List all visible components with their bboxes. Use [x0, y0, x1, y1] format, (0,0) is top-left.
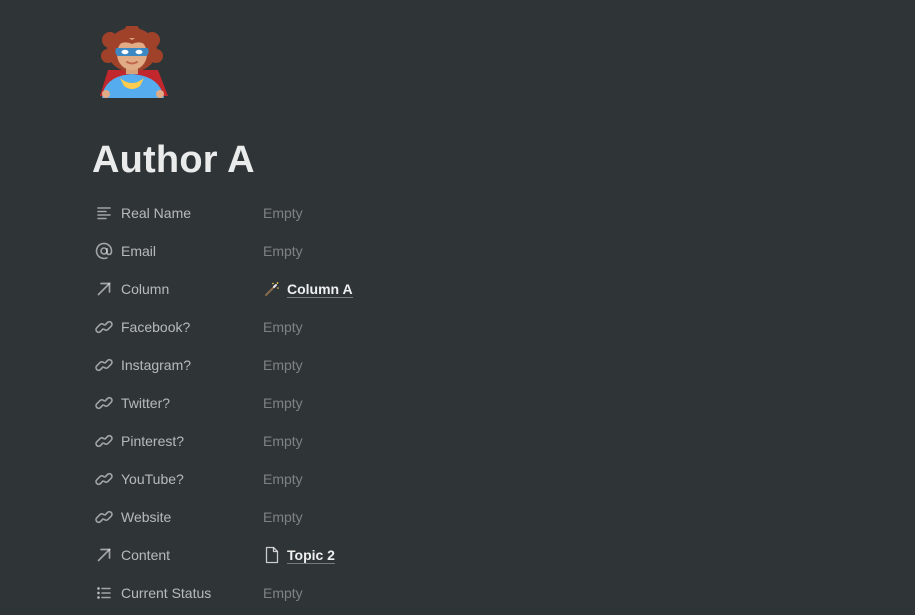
relation-arrow-icon [94, 545, 114, 565]
text-lines-icon [94, 203, 114, 223]
property-label: YouTube? [121, 471, 184, 487]
property-row-email: Email Empty [94, 232, 854, 270]
url-link-icon [94, 393, 114, 413]
page-emoji-icon[interactable] [94, 24, 172, 100]
property-label: Real Name [121, 205, 192, 221]
property-label: Email [121, 243, 157, 259]
property-name-youtube[interactable]: YouTube? [94, 469, 263, 489]
magic-wand-icon [263, 280, 281, 298]
property-name-instagram[interactable]: Instagram? [94, 355, 263, 375]
url-link-icon [94, 317, 114, 337]
page-title[interactable]: Author A [92, 139, 255, 182]
bulleted-list-icon [94, 583, 114, 603]
property-name-column[interactable]: Column [94, 279, 263, 299]
property-label: Column [121, 281, 170, 297]
property-value-pinterest[interactable]: Empty [263, 433, 303, 449]
property-value-youtube[interactable]: Empty [263, 471, 303, 487]
relation-link-column-a[interactable]: Column A [263, 280, 353, 298]
property-name-current-status[interactable]: Current Status [94, 583, 263, 603]
relation-link-label: Topic 2 [287, 546, 335, 564]
property-name-facebook[interactable]: Facebook? [94, 317, 263, 337]
property-row-youtube: YouTube? Empty [94, 460, 854, 498]
property-row-current-status: Current Status Empty [94, 574, 854, 612]
property-value-instagram[interactable]: Empty [263, 357, 303, 373]
relation-link-topic-2[interactable]: Topic 2 [263, 546, 335, 564]
property-value-facebook[interactable]: Empty [263, 319, 303, 335]
url-link-icon [94, 431, 114, 451]
property-label: Website [121, 509, 172, 525]
page: Author A Real Name Empty Email Empty Col… [0, 0, 915, 615]
property-label: Pinterest? [121, 433, 185, 449]
property-name-content[interactable]: Content [94, 545, 263, 565]
property-name-website[interactable]: Website [94, 507, 263, 527]
property-row-real-name: Real Name Empty [94, 194, 854, 232]
property-value-email[interactable]: Empty [263, 243, 303, 259]
property-value-twitter[interactable]: Empty [263, 395, 303, 411]
url-link-icon [94, 507, 114, 527]
relation-link-label: Column A [287, 280, 353, 298]
property-label: Twitter? [121, 395, 171, 411]
property-row-pinterest: Pinterest? Empty [94, 422, 854, 460]
property-name-email[interactable]: Email [94, 241, 263, 261]
property-list: Real Name Empty Email Empty Column Colum… [94, 194, 854, 612]
property-value-current-status[interactable]: Empty [263, 585, 303, 601]
property-row-facebook: Facebook? Empty [94, 308, 854, 346]
at-sign-icon [94, 241, 114, 261]
property-label: Content [121, 547, 171, 563]
property-label: Current Status [121, 585, 212, 601]
relation-arrow-icon [94, 279, 114, 299]
page-document-icon [263, 546, 281, 564]
url-link-icon [94, 469, 114, 489]
property-row-website: Website Empty [94, 498, 854, 536]
property-row-column: Column Column A [94, 270, 854, 308]
property-row-content: Content Topic 2 [94, 536, 854, 574]
property-row-twitter: Twitter? Empty [94, 384, 854, 422]
property-label: Instagram? [121, 357, 192, 373]
property-name-real-name[interactable]: Real Name [94, 203, 263, 223]
property-value-website[interactable]: Empty [263, 509, 303, 525]
property-value-content: Topic 2 [263, 546, 335, 564]
url-link-icon [94, 355, 114, 375]
property-name-pinterest[interactable]: Pinterest? [94, 431, 263, 451]
property-row-instagram: Instagram? Empty [94, 346, 854, 384]
property-name-twitter[interactable]: Twitter? [94, 393, 263, 413]
property-label: Facebook? [121, 319, 191, 335]
property-value-column: Column A [263, 280, 353, 298]
property-value-real-name[interactable]: Empty [263, 205, 303, 221]
